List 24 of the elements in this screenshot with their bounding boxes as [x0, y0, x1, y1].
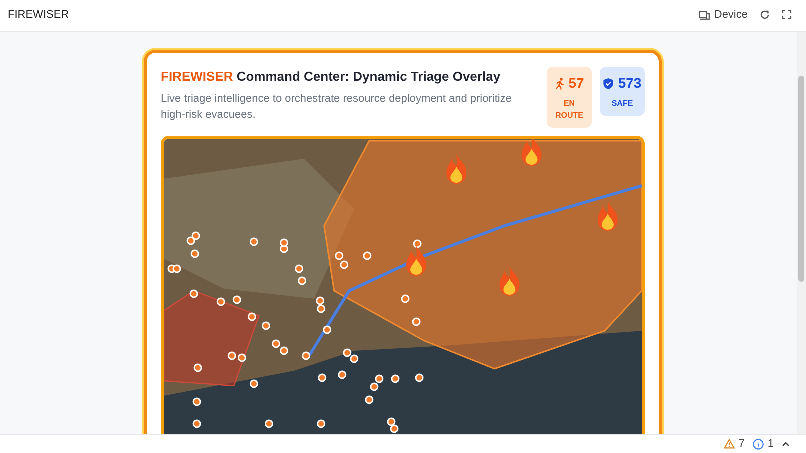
fire-icon	[406, 246, 427, 276]
stat-value: 573	[618, 74, 642, 93]
running-person-icon	[554, 78, 565, 90]
fire-icon	[500, 266, 520, 296]
dashboard-title: FIREWISER Command Center: Dynamic Triage Overlay	[161, 68, 502, 86]
info-indicator[interactable]: 1	[752, 436, 774, 452]
fullscreen-icon	[782, 10, 792, 20]
stat-label: SAFE	[610, 98, 634, 110]
info-icon	[752, 438, 764, 450]
warning-icon	[724, 439, 735, 449]
app-title: FIREWISER	[8, 8, 70, 24]
device-icon	[699, 11, 710, 20]
refresh-icon	[760, 10, 770, 20]
shield-check-icon	[603, 78, 614, 90]
stat-label: EN ROUTE	[554, 98, 584, 122]
fire-icon	[522, 139, 542, 166]
warnings-indicator[interactable]: 7	[724, 436, 745, 452]
stat-value: 57	[568, 74, 584, 93]
fire-icon	[446, 154, 467, 184]
device-button[interactable]: Device	[693, 7, 754, 24]
chevron-up-icon[interactable]	[782, 441, 790, 447]
fire-icon	[598, 201, 618, 231]
dashboard-subtitle: Live triage intelligence to orchestrate resource deployment and prioritize high-risk evacuees.	[161, 92, 513, 123]
scrollbar[interactable]	[797, 32, 806, 434]
